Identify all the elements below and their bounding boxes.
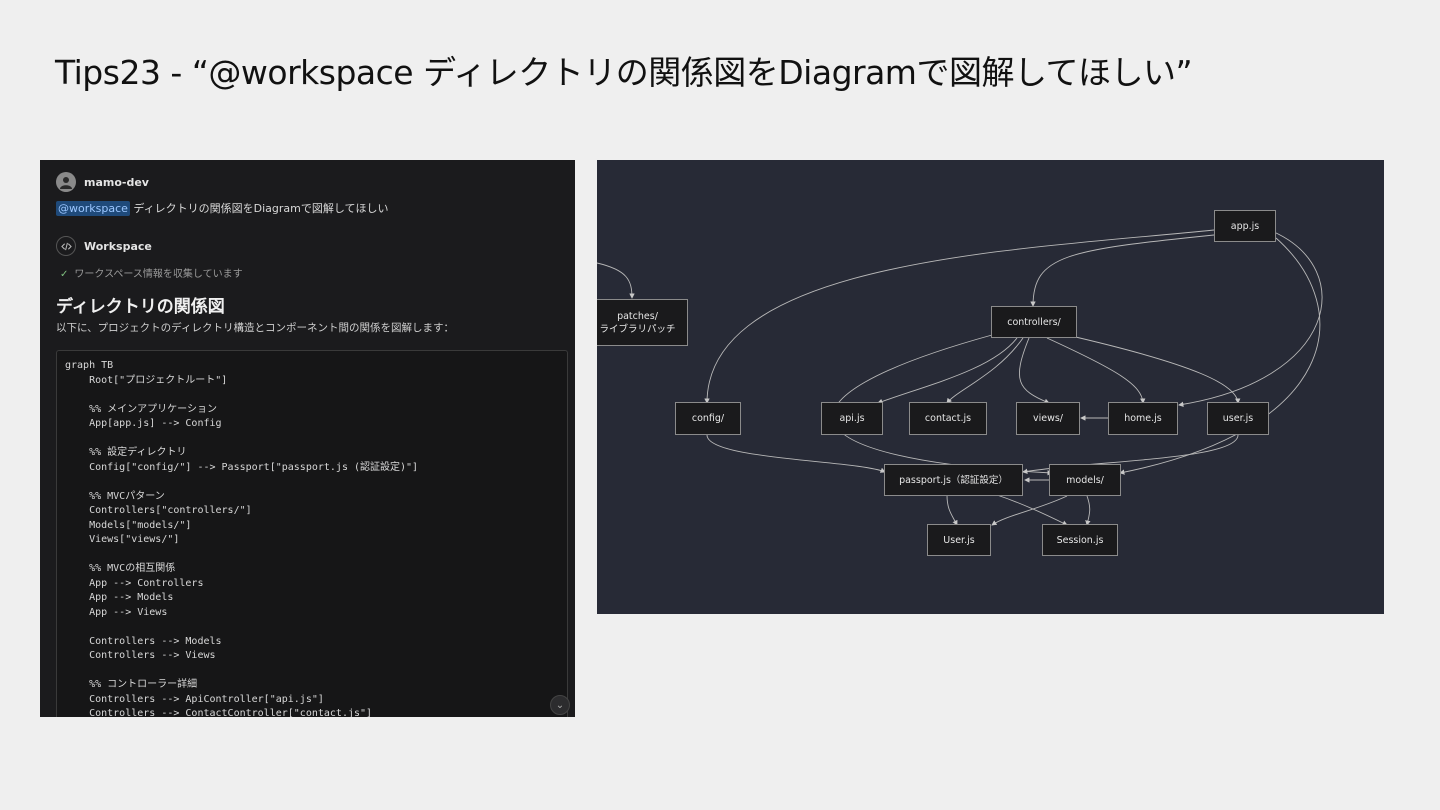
agent-name: Workspace — [84, 239, 152, 253]
code-line: %% コントローラー詳細 — [65, 679, 198, 690]
code-line: Controllers --> ContactController["conta… — [65, 708, 373, 717]
code-line: Controllers --> Views — [65, 650, 216, 661]
code-line: graph TB — [65, 360, 114, 371]
code-line: App[app.js] --> Config — [65, 418, 222, 429]
node-api-js[interactable]: api.js — [821, 402, 883, 435]
workspace-mention[interactable]: @workspace — [56, 201, 130, 216]
diagram-panel: app.js patches/ ライブラリパッチ controllers/ co… — [597, 160, 1384, 614]
edge-app-views — [1178, 231, 1323, 407]
edge-ctrl-api — [877, 337, 1018, 404]
slide-title: Tips23 - “@workspace ディレクトリの関係図をDiagramで… — [55, 53, 1193, 92]
edge-app-config — [704, 229, 1215, 404]
node-config[interactable]: config/ — [675, 402, 741, 435]
response-description: 以下に、プロジェクトのディレクトリ構造とコンポーネント間の関係を図解します： — [56, 322, 454, 334]
edge-to-patches — [597, 262, 635, 299]
user-prompt: @workspace ディレクトリの関係図をDiagramで図解してほしい — [56, 200, 389, 216]
chevron-down-icon: ⌄ — [555, 699, 565, 711]
node-user-js[interactable]: user.js — [1207, 402, 1269, 435]
code-line: Controllers --> Models — [65, 635, 222, 647]
code-line: Controllers["controllers/"] — [65, 505, 252, 516]
username: mamo-dev — [84, 175, 149, 189]
node-passport-js[interactable]: passport.js（認証設定） — [884, 464, 1023, 496]
response-heading: ディレクトリの関係図 — [56, 297, 225, 317]
node-views[interactable]: views/ — [1016, 402, 1080, 435]
edge-ctrl-user — [1066, 334, 1241, 404]
node-contact-js[interactable]: contact.js — [909, 402, 987, 435]
progress-text: ワークスペース情報を収集しています — [74, 269, 243, 280]
code-block[interactable]: graph TB Root["プロジェクトルート"] %% メインアプリケーショ… — [56, 350, 568, 717]
code-line: %% MVCの相互関係 — [65, 563, 176, 574]
user-message-header: mamo-dev — [56, 172, 149, 192]
user-avatar — [56, 172, 76, 192]
node-session-js[interactable]: Session.js — [1042, 524, 1118, 556]
prompt-text: ディレクトリの関係図をDiagramで図解してほしい — [129, 202, 389, 215]
progress-status[interactable]: ✓ ワークスペース情報を収集しています — [60, 265, 243, 280]
edge-app-models — [1119, 237, 1321, 475]
edge-models-session — [1085, 495, 1091, 526]
code-line: App --> Models — [65, 592, 174, 603]
node-controllers[interactable]: controllers/ — [991, 306, 1077, 338]
code-line: App --> Views — [65, 606, 168, 618]
node-patches-sublabel: ライブラリパッチ — [599, 323, 676, 335]
check-icon: ✓ — [60, 269, 69, 280]
agent-header: Workspace — [56, 236, 152, 256]
edge-passport-userjs — [946, 494, 958, 526]
edge-models-userjs — [991, 495, 1068, 526]
node-app-js[interactable]: app.js — [1214, 210, 1276, 242]
code-line: Root["プロジェクトルート"] — [65, 374, 228, 386]
node-patches-label: patches/ — [617, 310, 658, 322]
code-line: Config["config/"] --> Passport["passport… — [65, 461, 419, 473]
code-line: %% 設定ディレクトリ — [65, 447, 187, 458]
node-patches[interactable]: patches/ ライブラリパッチ — [597, 299, 688, 346]
edge-config-passport — [706, 434, 886, 473]
edge-ctrl-views — [1019, 337, 1050, 404]
code-line: %% MVCパターン — [65, 490, 165, 502]
edge-ctrl-home — [1046, 337, 1146, 404]
code-icon — [56, 236, 76, 256]
edge-passport-session — [996, 494, 1068, 526]
chat-panel: mamo-dev @workspace ディレクトリの関係図をDiagramで図… — [40, 160, 575, 717]
code-line: %% メインアプリケーション — [65, 403, 217, 415]
scroll-down-button[interactable]: ⌄ — [550, 695, 570, 715]
node-models[interactable]: models/ — [1049, 464, 1121, 496]
avatar-icon — [60, 177, 72, 189]
code-line: App --> Controllers — [65, 577, 204, 589]
node-user-model[interactable]: User.js — [927, 524, 991, 556]
node-home-js[interactable]: home.js — [1108, 402, 1178, 435]
code-line: Controllers --> ApiController["api.js"] — [65, 693, 324, 705]
code-line: Models["models/"] — [65, 519, 192, 531]
edge-ctrl-contact — [946, 337, 1024, 404]
edge-app-controllers — [1030, 234, 1215, 307]
code-line: Views["views/"] — [65, 534, 180, 545]
